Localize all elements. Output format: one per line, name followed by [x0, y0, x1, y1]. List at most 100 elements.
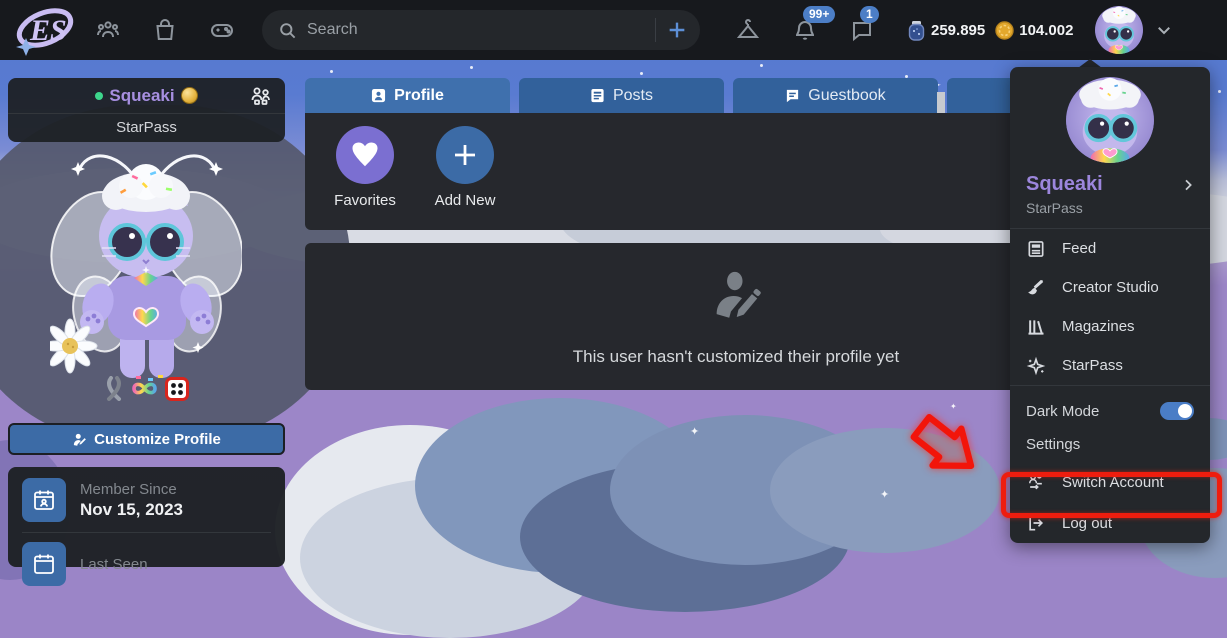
favorites-circle [336, 126, 394, 184]
empty-profile-message: This user hasn't customized their profil… [572, 346, 900, 366]
notifications-button[interactable]: 99+ [793, 6, 836, 42]
menu-item-magazines-label: Magazines [1062, 318, 1135, 336]
menu-item-starpass[interactable]: StarPass [1010, 346, 1210, 385]
dark-mode-toggle[interactable] [1160, 402, 1194, 421]
search-input[interactable] [307, 21, 645, 39]
member-since-value: Nov 15, 2023 [80, 500, 184, 519]
tab-guestbook[interactable]: Guestbook [733, 78, 938, 113]
menu-item-feed[interactable]: Feed [1010, 229, 1210, 268]
message-badge: 1 [860, 6, 879, 23]
menu-item-feed-label: Feed [1062, 240, 1097, 258]
dropdown-divider [1010, 385, 1210, 387]
menu-item-starpass-label: StarPass [1062, 357, 1123, 375]
menu-item-settings[interactable]: Settings [1010, 428, 1210, 461]
menu-item-settings-label: Settings [1026, 435, 1081, 453]
tab-posts-label: Posts [612, 86, 653, 104]
member-since-row: Member Since Nov 15, 2023 [22, 478, 271, 522]
dropdown-account-row[interactable]: Squeaki [1010, 163, 1210, 196]
starpass-icon [1026, 356, 1046, 376]
community-icon[interactable] [96, 18, 120, 42]
sparkle-decoration: ✦ [690, 426, 700, 438]
games-controller-icon[interactable] [210, 18, 234, 42]
stardust-balance: 259.895 [907, 20, 985, 41]
posts-tab-icon [591, 88, 604, 103]
gold-badge-icon [180, 87, 198, 104]
last-seen-row: Last Seen [22, 542, 271, 586]
guestbook-tab-icon [787, 89, 799, 103]
member-since-tile [22, 478, 66, 522]
feed-icon [1028, 240, 1044, 257]
info-divider [22, 532, 271, 533]
customize-profile-button[interactable]: Customize Profile [8, 423, 285, 455]
tab-scroll-indicator [937, 92, 945, 113]
customize-profile-label: Customize Profile [94, 430, 221, 448]
star-decoration [760, 64, 763, 67]
user-avatar[interactable] [1095, 6, 1144, 54]
switch-account-icon [1029, 474, 1042, 490]
heart-icon [352, 142, 378, 167]
menu-item-logout-label: Log out [1062, 514, 1113, 532]
profile-card: Squeaki StarPass [8, 78, 285, 142]
ribbon-badge-icon [107, 376, 121, 401]
dropdown-username: Squeaki [1026, 173, 1103, 196]
add-new-label: Add New [434, 192, 496, 209]
coin-icon [995, 20, 1014, 40]
favorites-label: Favorites [334, 192, 396, 209]
tab-posts[interactable]: Posts [519, 78, 724, 113]
last-seen-tile [22, 542, 66, 586]
calendar-user-icon [34, 490, 54, 510]
infinity-badge-icon [132, 382, 157, 395]
dropdown-avatar[interactable] [1066, 77, 1154, 164]
stardust-amount: 259.895 [931, 21, 986, 39]
menu-item-logout[interactable]: Log out [1010, 504, 1210, 543]
search-bar [262, 10, 700, 50]
menu-item-switch-account-label: Switch Account [1062, 473, 1164, 491]
last-seen-label: Last Seen [80, 555, 148, 573]
plus-icon [455, 145, 475, 165]
wardrobe-hanger-icon[interactable] [736, 18, 760, 42]
star-decoration [470, 66, 473, 69]
sparkle-decoration: ✦ [950, 402, 957, 411]
star-jar-icon [908, 20, 925, 41]
online-status-dot [95, 91, 104, 100]
account-dropdown: Squeaki StarPass Feed Creator Studio Mag… [1010, 67, 1210, 543]
svg-text:ES: ES [29, 14, 67, 47]
tab-profile[interactable]: Profile [305, 78, 510, 113]
tab-guestbook-label: Guestbook [808, 86, 886, 104]
friends-icon[interactable] [249, 84, 273, 108]
add-new-circle [436, 126, 494, 184]
star-decoration [640, 72, 643, 75]
tab-profile-label: Profile [394, 86, 444, 104]
menu-item-magazines[interactable]: Magazines [1010, 307, 1210, 346]
search-add-icon[interactable] [666, 19, 688, 41]
dress-up-avatar [50, 154, 242, 381]
edit-profile-icon [716, 271, 761, 318]
shop-bag-icon[interactable] [153, 18, 177, 42]
member-since-label: Member Since [80, 481, 177, 498]
brush-icon [1028, 279, 1044, 295]
messages-button[interactable]: 1 [850, 6, 879, 42]
profile-tier: StarPass [116, 119, 177, 136]
add-new-button[interactable]: Add New [429, 126, 501, 230]
favorites-button[interactable]: Favorites [329, 126, 401, 230]
sparkle-decoration: ✦ [880, 489, 890, 501]
toggle-knob [1178, 404, 1192, 419]
calendar-icon [34, 554, 54, 574]
everskies-logo[interactable]: ES [12, 4, 76, 56]
search-divider [655, 18, 656, 42]
menu-item-creator-studio[interactable]: Creator Studio [1010, 268, 1210, 307]
customize-icon [74, 433, 87, 446]
star-decoration [330, 70, 333, 73]
profile-username: Squeaki [109, 85, 175, 105]
notification-badge: 99+ [803, 6, 836, 23]
top-navbar: ES 99+ [0, 0, 1227, 60]
profile-tab-icon [372, 88, 386, 103]
dark-mode-label: Dark Mode [1026, 402, 1100, 420]
dark-mode-row: Dark Mode [1010, 394, 1210, 427]
menu-item-switch-account[interactable]: Switch Account [1010, 461, 1210, 504]
dropdown-tier: StarPass [1026, 200, 1083, 217]
books-icon [1028, 320, 1044, 335]
chevron-down-icon[interactable] [1155, 21, 1173, 39]
star-decoration [1218, 90, 1221, 93]
coin-balance: 104.002 [995, 20, 1073, 40]
